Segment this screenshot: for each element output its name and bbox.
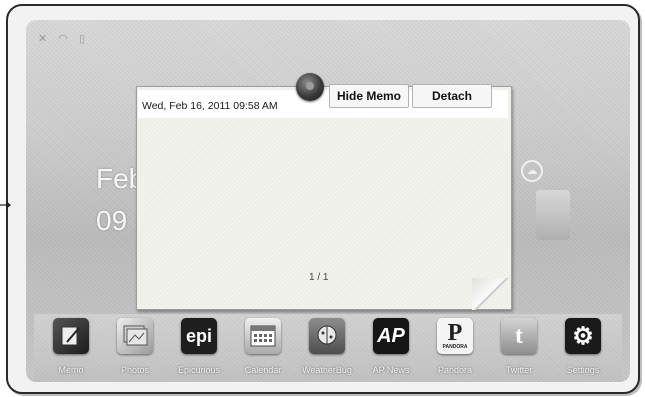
detach-button[interactable]: Detach xyxy=(412,84,492,108)
dock-app-memo[interactable]: Memo xyxy=(50,318,92,380)
callout-arrow-icon xyxy=(0,201,11,209)
weather-icon: ☁ xyxy=(521,160,543,182)
status-bar: ✕ ◠ ▯ xyxy=(38,32,89,45)
dock-app-label: Epicurious xyxy=(177,365,221,375)
dock-app-label: Pandora xyxy=(437,365,473,375)
memo-timestamp: Wed, Feb 16, 2011 09:58 AM xyxy=(142,100,278,112)
settings-icon: ⚙ xyxy=(565,318,601,354)
pandora-glyph: P xyxy=(447,320,463,346)
dock-app-ap-news[interactable]: AP AP News xyxy=(370,318,412,380)
dock-app-label: Photos xyxy=(120,365,150,375)
page-indicator: 1 / 1 xyxy=(309,272,329,283)
dock-app-calendar[interactable]: Calendar xyxy=(242,318,284,380)
wifi-icon: ◠ xyxy=(58,33,72,45)
twitter-icon: t xyxy=(501,318,537,354)
dock-app-twitter[interactable]: t Twitter xyxy=(498,318,540,380)
dock-app-photos[interactable]: Photos xyxy=(114,318,156,380)
page-curl-icon[interactable] xyxy=(472,278,512,310)
epicurious-icon: epi xyxy=(181,318,217,354)
weatherbug-icon xyxy=(309,318,345,354)
dock-app-pandora[interactable]: P PANDORA Pandora xyxy=(434,318,476,380)
dock-app-label: Calendar xyxy=(244,365,282,375)
dock-app-label: Settings xyxy=(566,365,600,375)
pandora-wordmark: PANDORA xyxy=(442,344,468,350)
memo-icon xyxy=(53,318,89,354)
background-time: 09 xyxy=(96,205,128,236)
dock-app-label: Memo xyxy=(58,365,84,375)
dock-app-label: AP News xyxy=(372,365,410,375)
screen: ✕ ◠ ▯ Feb 09 ☁ Wed, Feb 16, 2011 09:58 A… xyxy=(26,20,630,382)
pin-icon xyxy=(296,73,324,101)
photos-icon xyxy=(117,318,153,354)
dock-app-epicurious[interactable]: epi Epicurious xyxy=(178,318,220,380)
dock-app-label: Twitter xyxy=(505,365,533,375)
x-icon: ✕ xyxy=(38,33,52,45)
device-frame: ✕ ◠ ▯ Feb 09 ☁ Wed, Feb 16, 2011 09:58 A… xyxy=(6,4,640,394)
sd-card-icon: ▯ xyxy=(78,33,90,45)
hide-memo-button[interactable]: Hide Memo xyxy=(329,84,409,108)
dock-app-weatherbug[interactable]: WeatherBug xyxy=(302,318,352,380)
calendar-icon xyxy=(245,318,281,354)
dock-app-label: WeatherBug xyxy=(302,365,352,375)
glass-decoration xyxy=(536,190,570,240)
pandora-icon: P PANDORA xyxy=(437,318,473,354)
dock-app-settings[interactable]: ⚙ Settings xyxy=(562,318,604,380)
ap-news-icon: AP xyxy=(373,318,409,354)
